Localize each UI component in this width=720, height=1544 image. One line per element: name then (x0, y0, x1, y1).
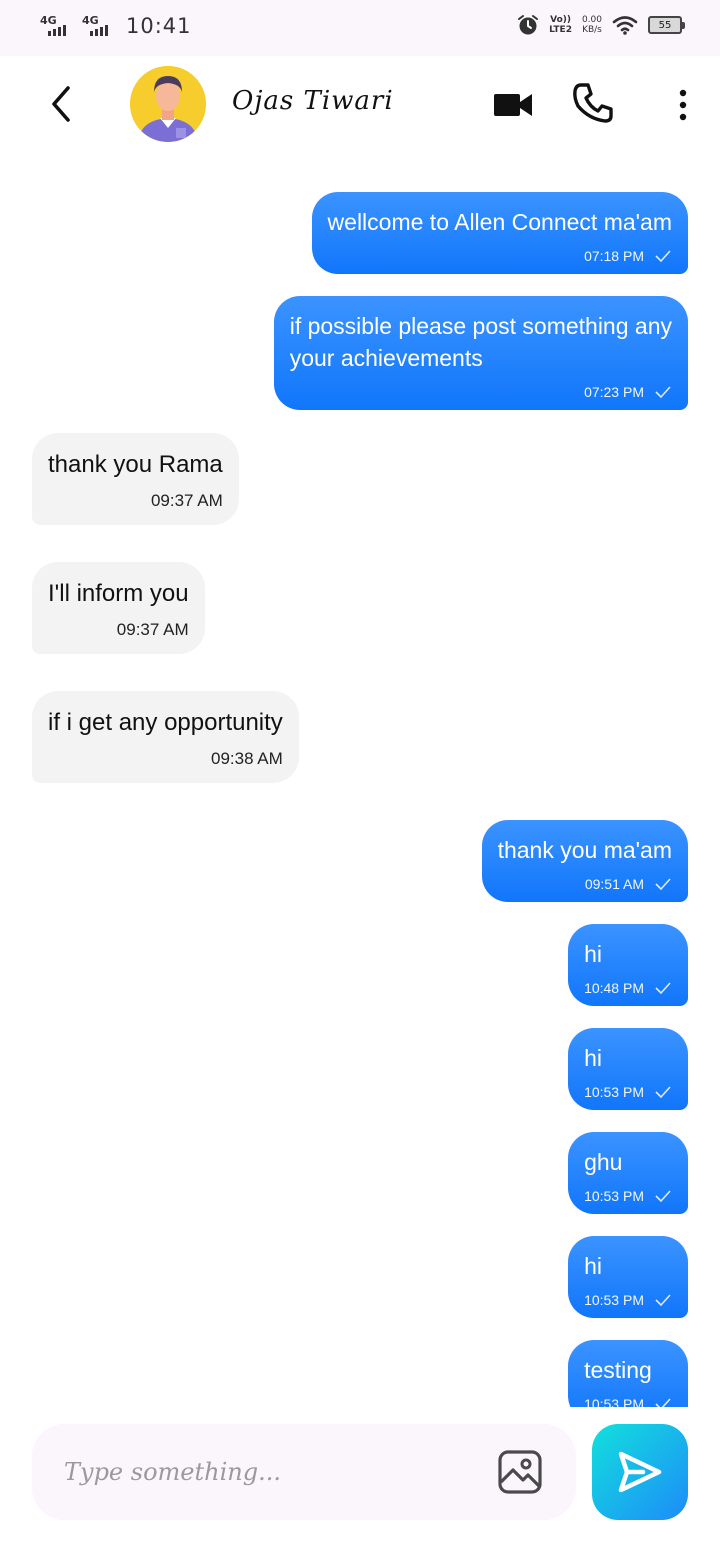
sent-check-icon (655, 982, 671, 995)
status-left: 4G 4G 10:41 (40, 14, 192, 38)
more-vertical-icon[interactable] (676, 88, 690, 122)
speed-unit: KB/s (582, 25, 602, 35)
sent-check-icon (655, 386, 671, 399)
message-incoming[interactable]: if i get any opportunity 09:38 AM (32, 691, 299, 783)
message-meta: 09:51 AM (498, 876, 672, 892)
network-speed: 0.00 KB/s (582, 15, 602, 35)
message-text: if i get any opportunity (48, 709, 283, 736)
message-text: hi (584, 1253, 602, 1279)
message-time: 10:48 PM (584, 980, 644, 996)
message-time: 09:37 AM (150, 491, 223, 510)
sent-check-icon (655, 1086, 671, 1099)
message-meta: 09:37 AM (48, 491, 223, 511)
alarm-icon (518, 15, 539, 35)
message-time: 10:53 PM (584, 1084, 644, 1100)
message-outgoing[interactable]: hi 10:53 PM (568, 1028, 688, 1110)
wifi-icon (612, 16, 638, 35)
message-outgoing[interactable]: hi 10:53 PM (568, 1236, 688, 1318)
message-meta: 09:38 AM (48, 749, 283, 769)
message-time: 10:53 PM (584, 1188, 644, 1204)
message-meta: 10:53 PM (584, 1396, 672, 1407)
volte-label: Vo)) (550, 15, 571, 25)
battery-level: 55 (658, 19, 672, 31)
message-time: 09:38 AM (210, 749, 283, 768)
status-right: Vo)) LTE2 0.00 KB/s 55 (517, 14, 685, 36)
message-text: if possible please post something any yo… (289, 313, 672, 371)
message-incoming[interactable]: thank you Rama 09:37 AM (32, 433, 239, 525)
send-icon (618, 1451, 662, 1493)
gallery-image-icon[interactable] (496, 1448, 544, 1496)
chat-header: Ojas Tiwari (0, 56, 720, 156)
message-meta: 10:53 PM (584, 1084, 672, 1100)
message-outgoing[interactable]: if possible please post something any yo… (273, 296, 688, 410)
message-meta: 07:23 PM (290, 384, 672, 400)
message-outgoing[interactable]: ghu 10:53 PM (568, 1132, 688, 1214)
message-incoming[interactable]: I'll inform you 09:37 AM (32, 562, 205, 654)
message-time: 07:18 PM (584, 248, 644, 264)
speed-value: 0.00 (581, 15, 602, 25)
status-bar: 4G 4G 10:41 Vo)) LTE2 0.00 KB/s 55 (0, 0, 720, 56)
message-text: I'll inform you (48, 580, 189, 607)
message-time: 09:51 AM (584, 876, 644, 892)
message-meta: 10:53 PM (584, 1188, 672, 1204)
message-text: thank you Rama (48, 451, 223, 478)
phone-icon[interactable] (572, 82, 614, 124)
message-outgoing[interactable]: testing 10:53 PM (568, 1340, 688, 1407)
signal-icon: 4G (40, 14, 74, 38)
message-text: ghu (584, 1149, 623, 1175)
message-outgoing[interactable]: thank you ma'am 09:51 AM (481, 820, 688, 902)
message-meta: 10:48 PM (584, 980, 672, 996)
message-meta: 09:37 AM (48, 620, 189, 640)
sent-check-icon (655, 1190, 671, 1203)
send-button[interactable] (592, 1424, 688, 1520)
message-outgoing[interactable]: hi 10:48 PM (568, 924, 688, 1006)
back-arrow-icon[interactable] (44, 84, 80, 124)
message-time: 09:37 AM (116, 620, 189, 639)
message-text: hi (584, 941, 602, 967)
video-camera-icon[interactable] (492, 88, 534, 122)
message-text: testing (584, 1357, 652, 1383)
message-input[interactable] (64, 1452, 484, 1492)
sent-check-icon (655, 1398, 671, 1407)
avatar-person-icon (130, 66, 206, 142)
sent-check-icon (655, 1294, 671, 1307)
message-text: thank you ma'am (497, 837, 672, 863)
message-meta: 07:18 PM (328, 248, 672, 264)
battery-icon: 55 (648, 16, 685, 34)
message-text: hi (584, 1045, 602, 1071)
message-time: 10:53 PM (584, 1396, 644, 1407)
message-outgoing[interactable]: wellcome to Allen Connect ma'am 07:18 PM (311, 192, 688, 274)
message-list[interactable]: wellcome to Allen Connect ma'am 07:18 PM… (0, 160, 720, 1407)
lte-label: LTE2 (549, 25, 572, 35)
message-time: 07:23 PM (584, 384, 644, 400)
sent-check-icon (655, 250, 671, 263)
signal-icon: 4G (82, 14, 116, 38)
message-text: wellcome to Allen Connect ma'am (327, 209, 672, 235)
avatar[interactable] (130, 66, 206, 142)
message-composer (32, 1424, 576, 1520)
status-time: 10:41 (126, 14, 192, 38)
message-meta: 10:53 PM (584, 1292, 672, 1308)
sent-check-icon (655, 878, 671, 891)
volte-indicator: Vo)) LTE2 (549, 15, 572, 35)
message-time: 10:53 PM (584, 1292, 644, 1308)
contact-name[interactable]: Ojas Tiwari (232, 86, 394, 116)
